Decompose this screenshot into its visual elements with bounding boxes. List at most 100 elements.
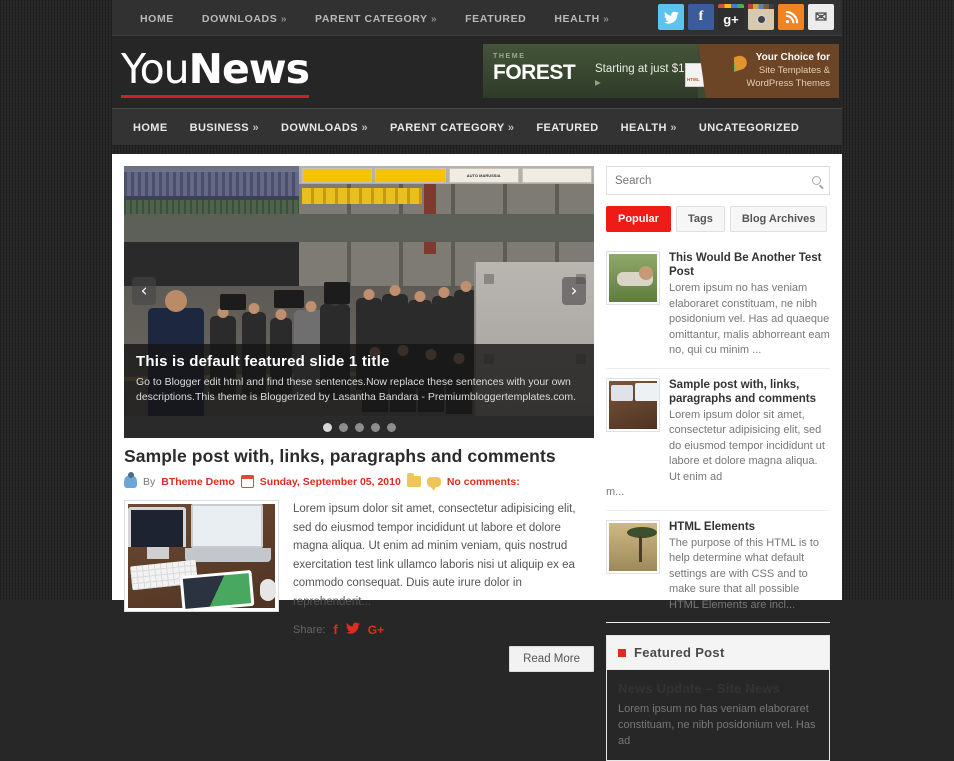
banner-ad[interactable]: THEME FOREST Starting at just $10 ▸ HTML… [483,44,839,98]
post-article: Sample post with, links, paragraphs and … [124,446,594,672]
nav-item-health[interactable]: HEALTH » [610,118,688,136]
topnav-link-3[interactable]: FEATURED [465,13,526,25]
nav-item-home[interactable]: HOME [122,118,179,136]
topnav-label-4: HEALTH [554,12,600,25]
slider-dot-1[interactable] [322,423,332,432]
instagram-icon[interactable] [748,4,774,30]
post-thumb-imac-stand [147,547,169,559]
popular-post-item[interactable]: Sample post with, links, paragraphs and … [606,369,830,511]
post-author-link[interactable]: BTheme Demo [161,476,235,488]
topnav-link-2[interactable]: PARENT CATEGORY » [315,13,437,25]
popular-post-item[interactable]: HTML Elements The purpose of this HTML i… [606,511,830,623]
nav-link-2[interactable]: DOWNLOADS » [281,122,368,134]
popular-post-excerpt: Lorem ipsum dolor sit amet, consectetur … [669,408,825,483]
google-plus-icon[interactable]: g+ [718,4,744,30]
topnav-item-2[interactable]: PARENT CATEGORY » [301,9,451,27]
post-thumbnail[interactable] [124,500,279,612]
popular-post-excerpt-tail: m... [606,486,625,498]
rss-icon[interactable] [778,4,804,30]
popular-post-text: HTML Elements The purpose of this HTML i… [669,520,830,614]
nav-link-0[interactable]: HOME [133,122,168,134]
nav-link-6[interactable]: UNCATEGORIZED [699,122,799,134]
folder-icon[interactable] [406,473,421,487]
topnav-item-3[interactable]: FEATURED [451,9,540,27]
slider-prev-button[interactable]: ‹ [132,277,156,305]
chevron-down-icon-3: » [507,122,515,134]
search-box[interactable] [606,166,830,195]
topnav-link-4[interactable]: HEALTH » [554,13,609,25]
post-comments-link[interactable]: No comments: [447,476,520,488]
main-navigation: HOME BUSINESS » DOWNLOADS » PARENT CATEG… [112,108,842,146]
logo-text-bold: News [188,45,310,93]
chevron-down-icon-1: » [252,122,260,134]
slide-camera-1 [274,290,304,308]
camera-lens-icon [755,13,767,25]
top-bar: HOME DOWNLOADS » PARENT CATEGORY » FEATU… [112,0,842,36]
slider-dot-2[interactable] [338,423,348,432]
topnav-label-2: PARENT CATEGORY [315,12,428,25]
post-thumb-mouse [260,579,276,601]
post-title[interactable]: Sample post with, links, paragraphs and … [124,446,594,467]
slider-next-button[interactable]: › [562,277,586,305]
nav-item-downloads[interactable]: DOWNLOADS » [270,118,379,136]
ad-brand-top: THEME [493,53,526,60]
nav-link-5[interactable]: HEALTH » [621,122,677,134]
nav-label-3: PARENT CATEGORY [389,122,505,134]
chevron-right-icon: › [570,281,578,301]
post-date-link[interactable]: Sunday, September 05, 2010 [260,476,401,488]
slide-camera-0 [220,294,246,310]
topnav-link-0[interactable]: HOME [140,13,174,25]
search-icon[interactable] [812,176,821,185]
popular-post-thumbnail [606,251,660,305]
top-navigation: HOME DOWNLOADS » PARENT CATEGORY » FEATU… [112,9,623,27]
topnav-item-0[interactable]: HOME [126,9,188,27]
topnav-item-1[interactable]: DOWNLOADS » [188,9,301,27]
facebook-glyph: f [698,9,704,24]
envelope-glyph: ✉ [814,8,828,26]
slider-dot-4[interactable] [370,423,380,432]
twitter-icon[interactable] [658,4,684,30]
post-meta: By BTheme Demo Sunday, September 05, 201… [124,472,594,491]
featured-post-heading: Featured Post [634,645,725,660]
tab-popular[interactable]: Popular [606,206,671,232]
read-more-button[interactable]: Read More [509,645,594,672]
nav-item-featured[interactable]: FEATURED [525,118,609,136]
search-input[interactable] [615,174,812,187]
popular-post-thumbnail [606,377,660,432]
tab-tags[interactable]: Tags [675,206,725,232]
nav-link-1[interactable]: BUSINESS » [190,122,259,134]
tab-blog-archives[interactable]: Blog Archives [729,206,828,232]
nav-item-parent-category[interactable]: PARENT CATEGORY » [379,118,525,136]
social-links: f g+ ✉ [658,4,834,30]
featured-post-excerpt: Lorem ipsum no has veniam elaboraret con… [618,703,816,747]
featured-slider[interactable]: AUTO MARUSSIA ‹ › This is default featur… [124,166,594,416]
featured-post-title[interactable]: News Update – Site News [618,681,818,696]
post-body: Lorem ipsum dolor sit amet, consectetur … [124,500,594,640]
google-plus-share-icon[interactable]: G+ [368,621,384,640]
twitter-share-icon[interactable] [345,621,360,640]
nav-link-4[interactable]: FEATURED [536,122,598,134]
popular-post-title[interactable]: Sample post with, links, paragraphs and … [669,378,830,406]
topnav-label-0: HOME [140,12,174,25]
desk-photo [609,380,659,429]
nav-link-3[interactable]: PARENT CATEGORY » [390,122,514,134]
popular-post-title[interactable]: HTML Elements [669,520,830,534]
site-logo[interactable]: YouNews [121,44,310,98]
email-icon[interactable]: ✉ [808,4,834,30]
topnav-item-4[interactable]: HEALTH » [540,9,623,27]
bullet-square-icon [618,648,626,657]
nav-item-uncategorized[interactable]: UNCATEGORIZED [688,118,810,136]
slider-dot-5[interactable] [386,423,396,432]
nav-item-business[interactable]: BUSINESS » [179,118,270,136]
facebook-share-icon[interactable]: f [333,621,337,640]
post-excerpt: Lorem ipsum dolor sit amet, consectetur … [293,503,576,608]
slider-dot-3[interactable] [354,423,364,432]
slide-yellow-barrier [302,188,422,204]
popular-post-title[interactable]: This Would Be Another Test Post [669,251,830,279]
slide-caption: This is default featured slide 1 title G… [124,344,594,416]
facebook-icon[interactable]: f [688,4,714,30]
nav-label-4: FEATURED [536,122,599,134]
topnav-link-1[interactable]: DOWNLOADS » [202,13,287,25]
popular-post-item[interactable]: This Would Be Another Test Post Lorem ip… [606,242,830,369]
chevron-down-icon-5: » [670,122,677,134]
